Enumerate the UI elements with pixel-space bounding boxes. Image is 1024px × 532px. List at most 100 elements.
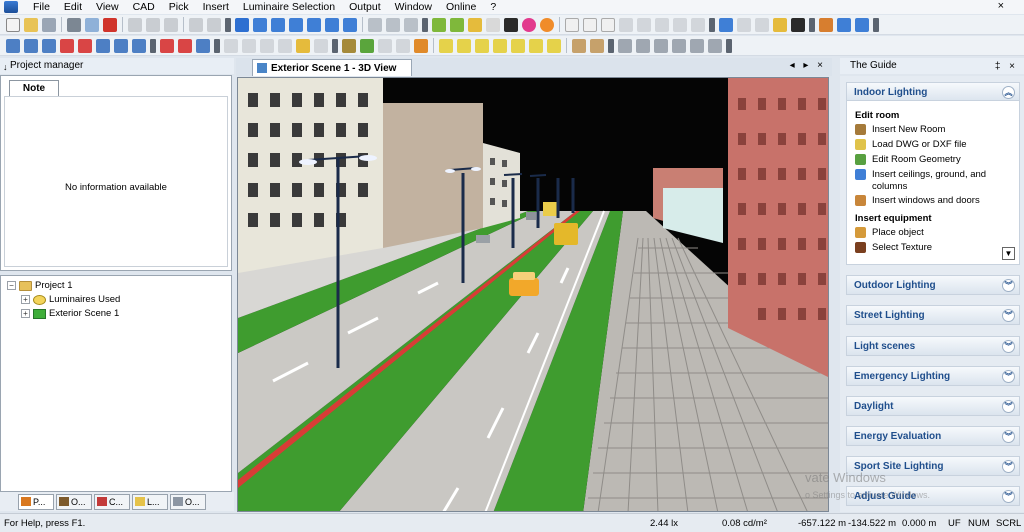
curve-icon[interactable] xyxy=(654,38,668,53)
orbit-icon[interactable] xyxy=(278,38,292,53)
stairs-icon[interactable] xyxy=(271,17,285,32)
save-icon[interactable] xyxy=(42,17,56,32)
calc-all-icon[interactable] xyxy=(450,17,464,32)
camera-icon[interactable] xyxy=(791,17,805,32)
tab-objects[interactable]: O... xyxy=(56,493,92,510)
calc-icon[interactable] xyxy=(432,17,446,32)
light-1-icon[interactable] xyxy=(439,38,453,53)
scroll-down-icon[interactable]: ▼ xyxy=(1002,247,1015,260)
light-2-icon[interactable] xyxy=(457,38,471,53)
layers-icon[interactable] xyxy=(708,38,722,53)
room-icon[interactable] xyxy=(235,17,249,32)
tab-output[interactable]: O... xyxy=(170,493,206,510)
floor-icon[interactable] xyxy=(253,17,267,32)
menu-luminaire-selection[interactable]: Luminaire Selection xyxy=(236,0,342,14)
light-7-icon[interactable] xyxy=(547,38,561,53)
toolbar-overflow-icon[interactable] xyxy=(214,38,220,53)
magnify-icon[interactable] xyxy=(755,17,769,32)
grid-icon[interactable] xyxy=(691,17,705,32)
chevron-down-icon[interactable]: ︾ xyxy=(1002,309,1015,322)
menu-help[interactable]: ? xyxy=(483,0,503,14)
select-group-icon[interactable] xyxy=(24,38,38,53)
toolbar-overflow-icon[interactable] xyxy=(809,17,815,32)
light-6-icon[interactable] xyxy=(529,38,543,53)
pdf-icon[interactable] xyxy=(103,17,117,32)
close-icon[interactable]: × xyxy=(998,0,1004,12)
menu-online[interactable]: Online xyxy=(439,0,483,14)
tab-luminaires[interactable]: L... xyxy=(132,493,168,510)
chevron-down-icon[interactable]: ︾ xyxy=(1002,460,1015,473)
pointer-icon[interactable] xyxy=(224,38,238,53)
app-logo-icon[interactable] xyxy=(4,1,18,13)
menu-pick[interactable]: Pick xyxy=(162,0,196,14)
tree-icon[interactable] xyxy=(360,38,374,53)
spline-icon[interactable] xyxy=(672,38,686,53)
sheet-icon[interactable] xyxy=(601,17,615,32)
cut-icon[interactable] xyxy=(128,17,142,32)
tree-item-project[interactable]: − Project 1 xyxy=(7,279,73,292)
toolbar-overflow-icon[interactable] xyxy=(608,38,614,53)
walk-icon[interactable] xyxy=(314,38,328,53)
tree-item-exterior-scene[interactable]: + Exterior Scene 1 xyxy=(21,307,119,320)
edit-room-geometry-link[interactable]: Edit Room Geometry xyxy=(855,154,1005,166)
tools-icon[interactable] xyxy=(404,17,418,32)
gear-icon[interactable] xyxy=(690,38,704,53)
menu-window[interactable]: Window xyxy=(388,0,439,14)
print-preview-icon[interactable] xyxy=(85,17,99,32)
pen-icon[interactable] xyxy=(504,17,518,32)
guide-section-street-lighting[interactable]: Street Lighting ︾ xyxy=(846,305,1020,325)
lamp-icon[interactable] xyxy=(396,38,410,53)
select-area-icon[interactable] xyxy=(96,38,110,53)
expand-icon[interactable]: + xyxy=(21,295,30,304)
print-icon[interactable] xyxy=(67,17,81,32)
guide-section-light-scenes[interactable]: Light scenes ︾ xyxy=(846,336,1020,356)
select-icon[interactable] xyxy=(6,38,20,53)
redo-icon[interactable] xyxy=(207,17,221,32)
menu-view[interactable]: View xyxy=(89,0,126,14)
layout-icon[interactable] xyxy=(719,17,733,32)
select-room-icon[interactable] xyxy=(132,38,146,53)
tree-item-luminaires-used[interactable]: + Luminaires Used xyxy=(21,293,120,306)
guide-section-daylight[interactable]: Daylight ︾ xyxy=(846,396,1020,416)
tab-note[interactable]: Note xyxy=(9,80,59,96)
select-texture-link[interactable]: Select Texture xyxy=(855,242,1005,254)
menu-file[interactable]: File xyxy=(26,0,57,14)
globe-icon[interactable] xyxy=(540,17,554,32)
tab-project[interactable]: P... xyxy=(18,493,54,510)
toolbar-overflow-icon[interactable] xyxy=(422,17,428,32)
bulb-icon[interactable] xyxy=(773,17,787,32)
menu-cad[interactable]: CAD xyxy=(126,0,162,14)
new-file-icon[interactable] xyxy=(6,17,20,32)
collapse-icon[interactable]: − xyxy=(7,281,16,290)
wall-icon[interactable] xyxy=(325,17,339,32)
document-icon[interactable] xyxy=(583,17,597,32)
menu-insert[interactable]: Insert xyxy=(196,0,236,14)
chevron-up-icon[interactable]: ︽ xyxy=(1002,86,1015,99)
guide-section-indoor-lighting[interactable]: Indoor Lighting ︽ xyxy=(846,82,1020,102)
chevron-down-icon[interactable]: ︾ xyxy=(1002,430,1015,443)
toolbar-overflow-icon[interactable] xyxy=(726,38,732,53)
expand-icon[interactable]: + xyxy=(21,309,30,318)
chevron-down-icon[interactable]: ︾ xyxy=(1002,400,1015,413)
polyline-icon[interactable] xyxy=(636,38,650,53)
compass-icon[interactable] xyxy=(819,17,833,32)
door-icon[interactable] xyxy=(386,17,400,32)
rotate-icon[interactable] xyxy=(260,38,274,53)
report-icon[interactable] xyxy=(565,17,579,32)
unlock-icon[interactable] xyxy=(178,38,192,53)
furniture-icon[interactable] xyxy=(378,38,392,53)
window-icon[interactable] xyxy=(368,17,382,32)
calc-grid-icon[interactable] xyxy=(572,38,586,53)
lock-icon[interactable] xyxy=(160,38,174,53)
tab-colors[interactable]: C... xyxy=(94,493,130,510)
pan-hand-icon[interactable] xyxy=(296,38,310,53)
measure-icon[interactable] xyxy=(673,17,687,32)
calc-surface-icon[interactable] xyxy=(590,38,604,53)
select-surface-icon[interactable] xyxy=(78,38,92,53)
snap-icon[interactable] xyxy=(196,38,210,53)
texture-icon[interactable] xyxy=(342,38,356,53)
pin-icon[interactable]: ↓ xyxy=(3,59,8,75)
building-icon[interactable] xyxy=(289,17,303,32)
light-4-icon[interactable] xyxy=(493,38,507,53)
chevron-down-icon[interactable]: ︾ xyxy=(1002,279,1015,292)
